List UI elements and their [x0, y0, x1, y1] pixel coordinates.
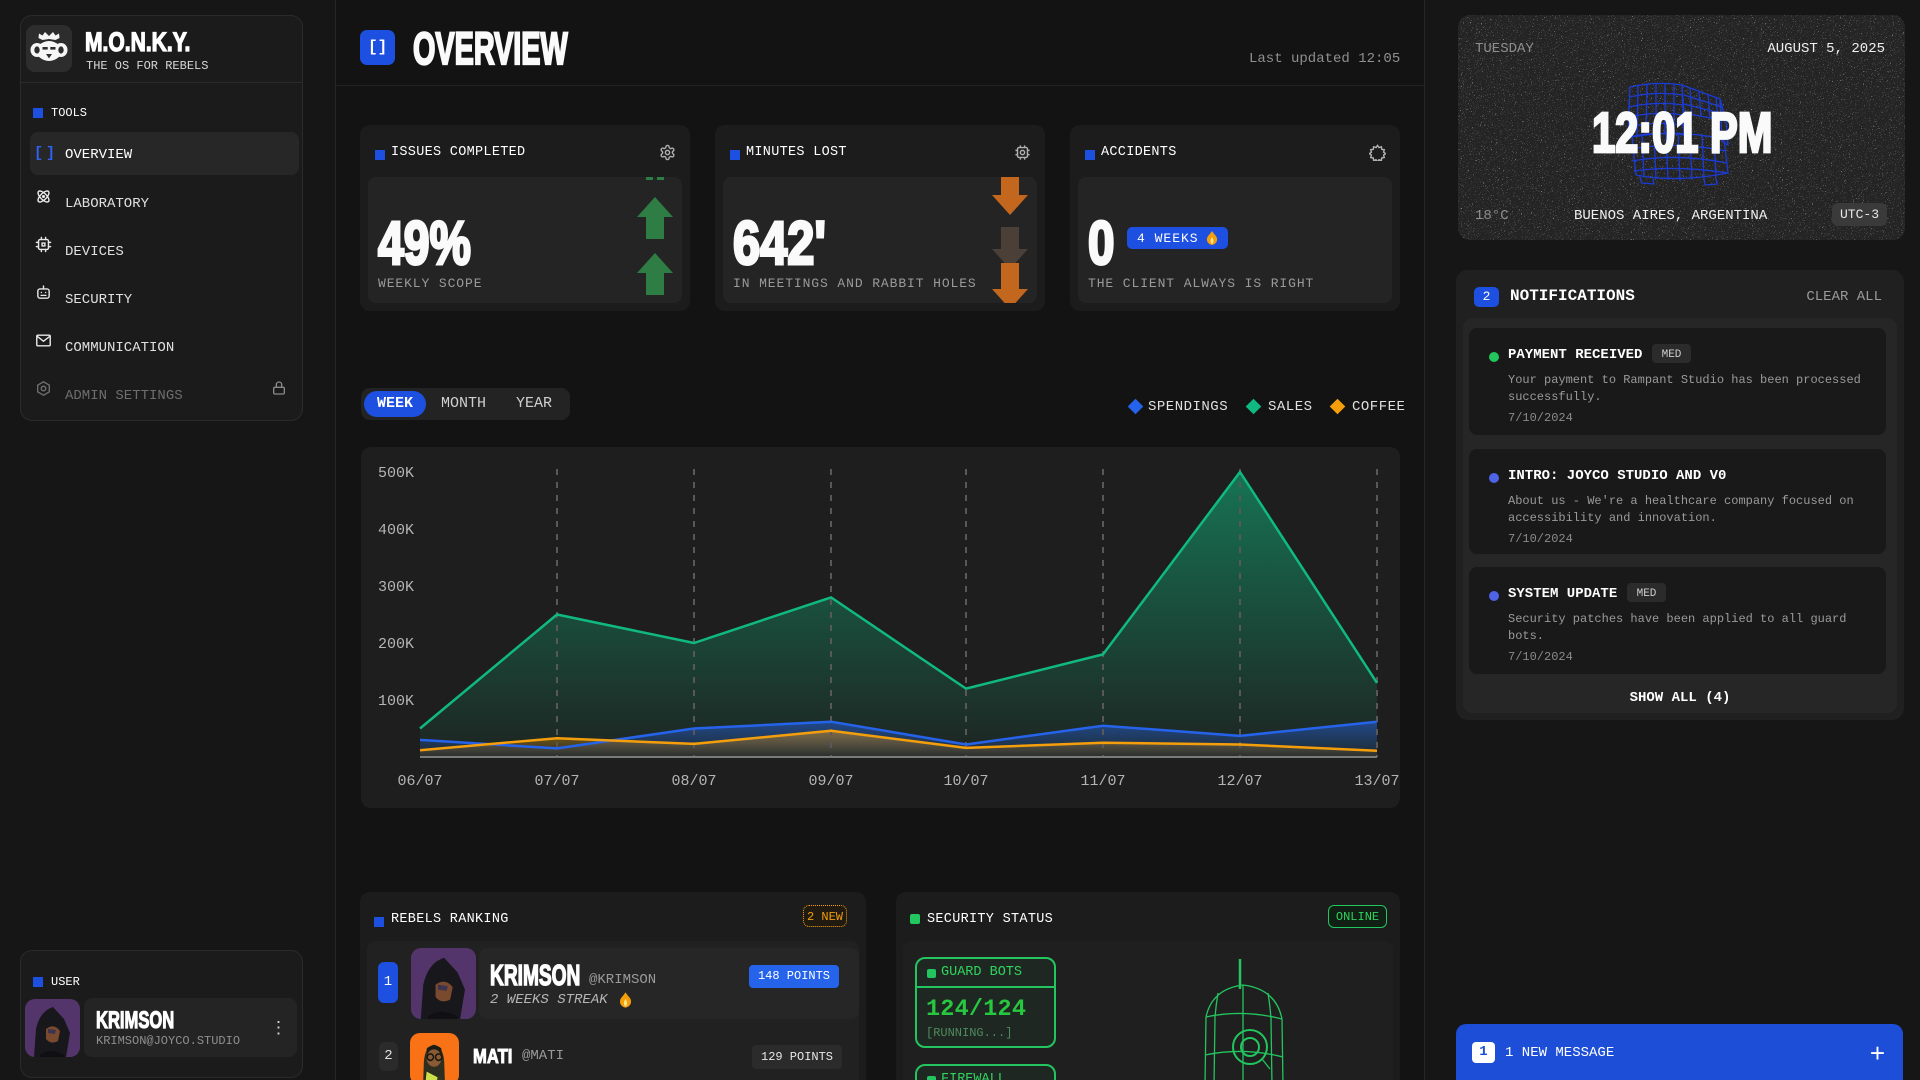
- svg-text:11/07: 11/07: [1080, 773, 1125, 790]
- svg-text:09/07: 09/07: [808, 773, 853, 790]
- svg-text:07/07: 07/07: [534, 773, 579, 790]
- svg-text:400K: 400K: [378, 522, 414, 539]
- svg-text:200K: 200K: [378, 636, 414, 653]
- svg-text:300K: 300K: [378, 579, 414, 596]
- svg-text:500K: 500K: [378, 465, 414, 482]
- svg-text:100K: 100K: [378, 693, 414, 710]
- svg-text:12/07: 12/07: [1217, 773, 1262, 790]
- svg-text:13/07: 13/07: [1354, 773, 1399, 790]
- svg-text:08/07: 08/07: [671, 773, 716, 790]
- svg-text:06/07: 06/07: [397, 773, 442, 790]
- svg-text:10/07: 10/07: [943, 773, 988, 790]
